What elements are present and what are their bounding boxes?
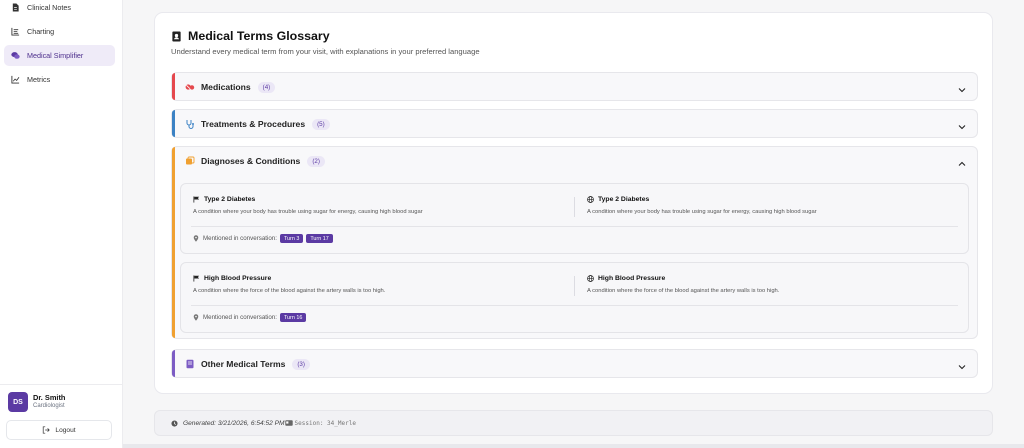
section-accent-bar <box>172 350 175 377</box>
term-description: A condition where the force of the blood… <box>193 288 386 294</box>
chevron-down-icon[interactable] <box>957 359 967 370</box>
session-id: Session: 34_Merle <box>284 420 356 427</box>
term-divider <box>574 276 575 296</box>
generated-timestamp: Generated: 3/21/2026, 6:54:52 PM <box>183 419 285 427</box>
user-role: Cardiologist <box>33 403 65 409</box>
file-icon <box>11 3 20 12</box>
generated-footer: Generated: 3/21/2026, 6:54:52 PM Session… <box>154 410 993 436</box>
count-badge: (4) <box>257 81 276 93</box>
flag-icon <box>193 196 200 203</box>
term-name: High Blood Pressure <box>193 275 385 282</box>
logout-button[interactable]: Logout <box>6 420 112 440</box>
pill-icon <box>185 82 195 92</box>
logout-label: Logout <box>55 426 76 434</box>
id-card-icon <box>284 420 293 426</box>
sidebar-item-label: Clinical Notes <box>27 3 71 12</box>
chart-icon <box>11 75 20 84</box>
section-header: Treatments & Procedures (5) <box>185 110 330 138</box>
term-english: Type 2 Diabetes A condition where your b… <box>193 196 423 215</box>
chevron-down-icon[interactable] <box>957 82 967 93</box>
sidebar-item-metrics[interactable]: Metrics <box>4 69 115 90</box>
section-treatments-procedures[interactable]: Treatments & Procedures (5) <box>171 109 978 138</box>
section-accent-bar <box>172 73 175 100</box>
flag-icon <box>193 275 200 282</box>
term-description: A condition where your body has trouble … <box>587 209 817 215</box>
count-badge: (2) <box>307 155 325 167</box>
section-accent-bar <box>172 110 175 137</box>
mention-row: Mentioned in conversation: Turn 16 <box>193 313 307 322</box>
term-card: Type 2 Diabetes A condition where your b… <box>180 183 969 254</box>
section-other-medical-terms[interactable]: Other Medical Terms (3) <box>171 349 978 378</box>
section-diagnoses-conditions: Diagnoses & Conditions (2) Type 2 Diabet… <box>171 146 978 339</box>
location-pin-icon <box>193 235 199 242</box>
section-header: Medications (4) <box>185 73 276 101</box>
term-divider <box>574 197 575 217</box>
clock-icon <box>171 419 178 427</box>
sidebar-item-label: Medical Simplifier <box>27 51 84 60</box>
term-english: High Blood Pressure A condition where th… <box>193 275 385 294</box>
mention-row: Mentioned in conversation: Turn 3 Turn 1… <box>193 234 333 243</box>
term-separator <box>191 226 958 227</box>
page-subtitle: Understand every medical term from your … <box>171 47 480 56</box>
term-card: High Blood Pressure A condition where th… <box>180 262 969 333</box>
turn-badge[interactable]: Turn 17 <box>306 234 333 243</box>
book-icon <box>172 30 181 42</box>
term-description: A condition where your body has trouble … <box>193 209 423 215</box>
stethoscope-icon <box>185 119 195 129</box>
term-description: A condition where the force of the blood… <box>587 288 780 294</box>
section-accent-bar <box>172 147 175 338</box>
user-profile: DS Dr. Smith Cardiologist Logout <box>0 384 123 448</box>
glossary-card: Medical Terms Glossary Understand every … <box>154 12 993 394</box>
logout-icon <box>43 426 51 434</box>
book-icon <box>185 359 195 369</box>
sidebar-item-label: Metrics <box>27 75 51 84</box>
bottom-edge <box>123 444 1024 448</box>
count-badge: (5) <box>312 118 330 130</box>
sidebar: Clinical Notes Charting Medical Simplifi… <box>0 0 123 448</box>
term-name: High Blood Pressure <box>587 275 779 282</box>
globe-icon <box>587 275 594 282</box>
turn-badge[interactable]: Turn 16 <box>279 313 307 322</box>
section-header: Other Medical Terms (3) <box>185 350 310 378</box>
globe-icon <box>587 196 594 203</box>
page-title: Medical Terms Glossary <box>171 29 330 43</box>
chat-icon <box>11 51 20 60</box>
clipboard-icon <box>185 156 195 166</box>
location-pin-icon <box>193 314 199 321</box>
sidebar-item-label: Charting <box>27 27 55 36</box>
term-translation: Type 2 Diabetes A condition where your b… <box>587 196 817 215</box>
sidebar-item-charting[interactable]: Charting <box>4 21 115 42</box>
avatar: DS <box>8 392 28 412</box>
chevron-down-icon[interactable] <box>957 119 967 130</box>
term-translation: High Blood Pressure A condition where th… <box>587 275 779 294</box>
turn-badge[interactable]: Turn 3 <box>279 234 304 243</box>
chevron-up-icon[interactable] <box>957 156 967 166</box>
list-icon <box>11 27 20 36</box>
term-name: Type 2 Diabetes <box>193 196 423 203</box>
user-name: Dr. Smith <box>33 393 66 402</box>
sidebar-item-medical-simplifier[interactable]: Medical Simplifier <box>4 45 115 66</box>
sidebar-item-clinical-notes[interactable]: Clinical Notes <box>4 0 115 18</box>
section-medications[interactable]: Medications (4) <box>171 72 978 101</box>
term-separator <box>191 305 958 306</box>
section-header[interactable]: Diagnoses & Conditions (2) <box>185 147 325 175</box>
count-badge: (3) <box>292 358 310 370</box>
term-name: Type 2 Diabetes <box>587 196 817 203</box>
